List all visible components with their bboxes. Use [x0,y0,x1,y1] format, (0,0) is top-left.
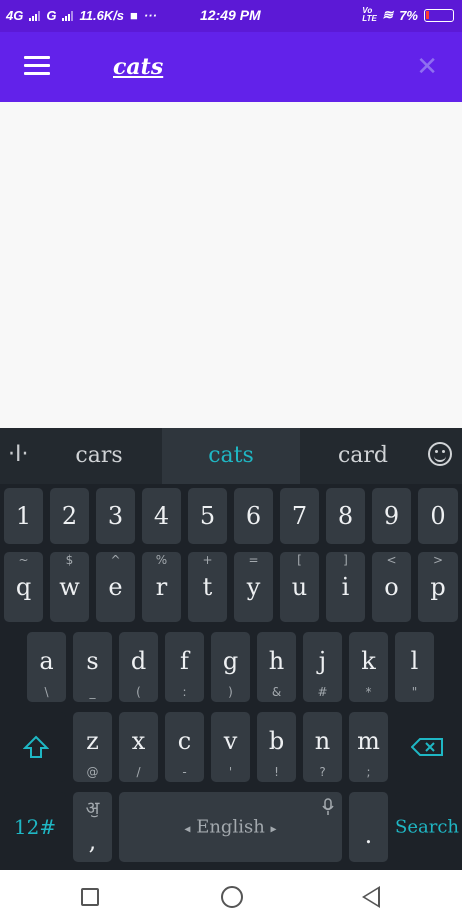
home-icon[interactable] [221,886,243,908]
keyboard: ·I· cars cats card 1 2 3 4 5 6 7 8 9 0 ~… [0,428,462,870]
key-1[interactable]: 1 [4,488,43,544]
back-icon[interactable] [362,886,380,908]
key-8[interactable]: 8 [326,488,365,544]
space-label: ◂ English ▸ [184,816,277,838]
key-c[interactable]: c- [165,712,204,782]
signal-icon-2 [62,10,74,21]
network-2-label: G [46,8,57,23]
suggestion-cars[interactable]: cars [40,428,158,484]
app-bar: cats ✕ [0,32,462,102]
key-u[interactable]: [u [280,552,319,622]
key-q[interactable]: ~ q [4,552,43,622]
chevron-left-icon: ◂ [184,821,191,836]
key-k[interactable]: k * [349,632,388,702]
search-key[interactable]: Search [395,792,459,862]
key-3[interactable]: 3 [96,488,135,544]
key-f[interactable]: f: [165,632,204,702]
status-bar: 4G G 11.6K/s ■ ··· 12:49 PM Vo LTE ≋ 7% [0,0,462,32]
key-h[interactable]: h & [257,632,296,702]
key-o[interactable]: < o [372,552,411,622]
key-n[interactable]: n? [303,712,342,782]
key-2[interactable]: 2 [50,488,89,544]
key-v[interactable]: v ' [211,712,250,782]
suggestion-cats[interactable]: cats [162,428,300,484]
menu-icon[interactable] [24,56,50,76]
status-right: Vo LTE ≋ 7% [362,7,454,23]
key-5[interactable]: 5 [188,488,227,544]
backspace-key[interactable] [395,712,458,782]
battery-icon [424,8,454,22]
key-a[interactable]: a \ [27,632,66,702]
data-speed: 11.6K/s [79,8,125,23]
backspace-icon [411,738,443,756]
suggestion-bar: ·I· cars cats card [0,428,462,484]
key-t[interactable]: + t [188,552,227,622]
emoji-icon[interactable] [428,442,452,466]
cursor-icon[interactable]: ·I· [8,442,28,467]
content-area [0,102,462,428]
clock: 12:49 PM [200,7,261,23]
key-y[interactable]: = y [234,552,273,622]
key-6[interactable]: 6 [234,488,273,544]
close-icon[interactable]: ✕ [416,52,438,82]
space-key[interactable]: ◂ English ▸ [119,792,342,862]
chevron-right-icon: ▸ [270,821,277,836]
key-s[interactable]: s _ [73,632,112,702]
period-key[interactable]: . [349,792,388,862]
suggestion-card[interactable]: card [304,428,422,484]
key-p[interactable]: > p [418,552,458,622]
symbols-key[interactable]: 12# [4,792,66,862]
key-z[interactable]: z @ [73,712,112,782]
volte-label: Vo LTE [362,6,377,23]
key-4[interactable]: 4 [142,488,181,544]
recent-apps-icon[interactable] [81,888,99,906]
key-b[interactable]: b! [257,712,296,782]
key-w[interactable]: $ w [50,552,89,622]
key-i[interactable]: ] i [326,552,365,622]
comma-key[interactable]: ॶ , [73,792,112,862]
key-e[interactable]: ^ e [96,552,135,622]
shift-key[interactable] [4,712,66,782]
key-x[interactable]: x / [119,712,158,782]
video-icon: ■ [130,8,138,23]
shift-icon [23,735,49,758]
battery-percent: 7% [399,7,418,23]
more-icon: ··· [143,8,157,23]
signal-icon [29,10,41,21]
key-r[interactable]: % r [142,552,181,622]
key-9[interactable]: 9 [372,488,411,544]
key-m[interactable]: m; [349,712,388,782]
key-7[interactable]: 7 [280,488,319,544]
key-l[interactable]: l " [395,632,434,702]
network-1-label: 4G [6,8,24,23]
search-query[interactable]: cats [113,54,163,80]
voice-lang-icon: ॶ [85,798,100,819]
navigation-bar [0,870,462,922]
key-0[interactable]: 0 [418,488,458,544]
key-d[interactable]: d( [119,632,158,702]
key-g[interactable]: g) [211,632,250,702]
key-j[interactable]: j # [303,632,342,702]
microphone-icon [322,798,334,815]
wifi-icon: ≋ [382,7,394,22]
status-left: 4G G 11.6K/s ■ ··· [6,8,157,23]
